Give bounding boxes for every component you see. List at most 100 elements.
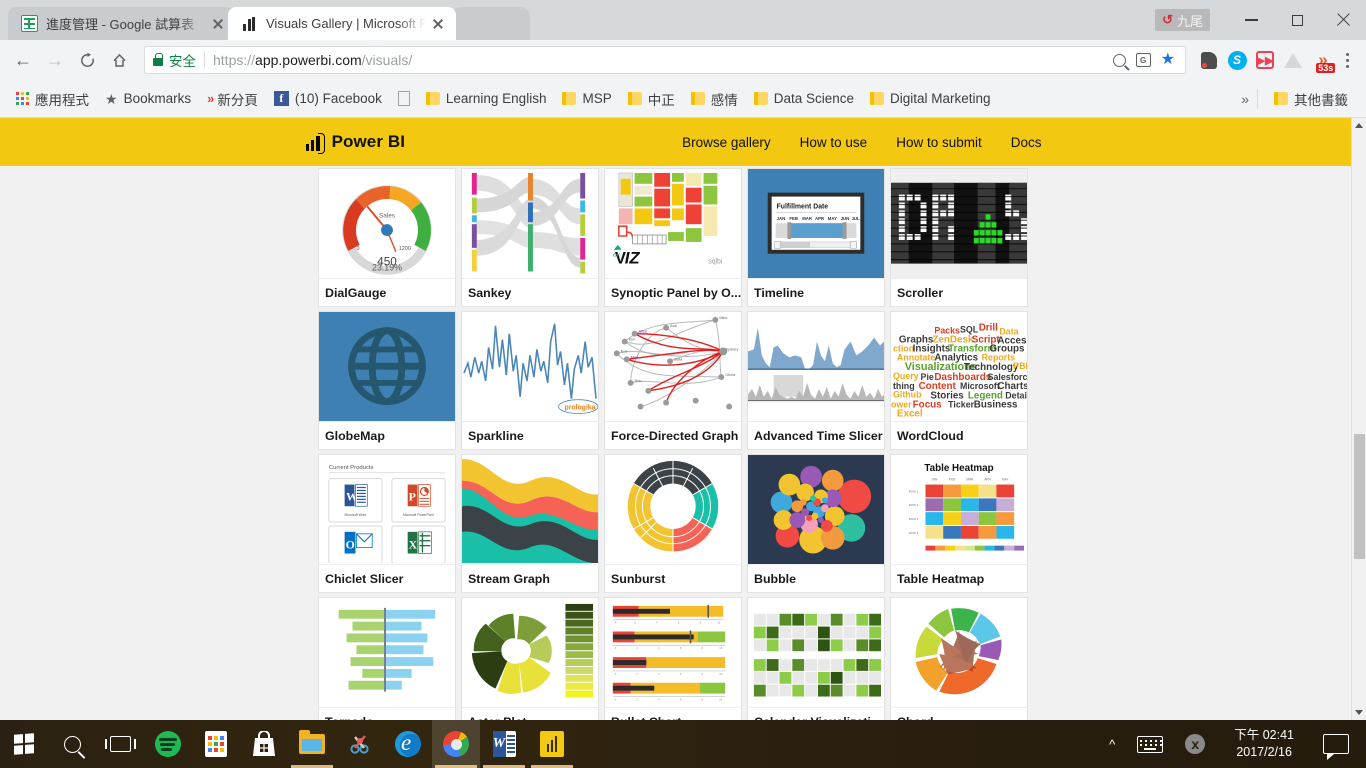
forward-button[interactable]: →	[40, 45, 70, 75]
tab-power-bi-visuals[interactable]: Visuals Gallery | Microsoft Power BI	[228, 7, 456, 40]
svg-text:FEB: FEB	[949, 478, 955, 482]
bookmark-ganqing[interactable]: 感情	[683, 85, 746, 113]
microsoft-store-icon[interactable]	[240, 720, 288, 768]
card-title: Bullet Chart	[605, 707, 741, 720]
bookmark-msp[interactable]: MSP	[554, 87, 619, 110]
svg-text:JAN: JAN	[931, 478, 938, 482]
pocket-extension-icon[interactable]: ▶▶	[1252, 47, 1278, 73]
visual-card-chiclet-slicer[interactable]: Current Products W Microsoft Word P Micr…	[318, 454, 456, 593]
visual-card-globemap[interactable]: GlobeMap	[318, 311, 456, 450]
visual-card-sunburst[interactable]: Sunburst	[604, 454, 742, 593]
card-title: Advanced Time Slicer	[748, 421, 884, 449]
tray-close-badge[interactable]: x	[1174, 720, 1216, 768]
chrome-menu-button[interactable]	[1336, 47, 1358, 73]
bookmark-star-icon[interactable]: ★	[1161, 52, 1175, 68]
snipping-tool-icon[interactable]	[336, 720, 384, 768]
svg-text:0: 0	[615, 672, 617, 676]
close-icon[interactable]	[210, 16, 226, 32]
visual-card-tornado[interactable]: Tornado	[318, 597, 456, 720]
microsoft-word-icon[interactable]: W	[480, 720, 528, 768]
bookmarks-overflow: » 其他書籤	[1241, 85, 1358, 113]
folder-icon	[1274, 92, 1288, 105]
bookmark-learning-english[interactable]: Learning English	[418, 87, 555, 110]
card-title: Sparkline	[462, 421, 598, 449]
windows-start-icon[interactable]	[0, 720, 48, 768]
user-chip[interactable]: ↺ 九尾	[1155, 9, 1210, 31]
skype-extension-icon[interactable]: S	[1224, 47, 1250, 73]
action-center-button[interactable]	[1312, 720, 1366, 768]
ida-downloader-extension-icon[interactable]: » 53s	[1308, 47, 1336, 73]
sync-icon: ↺	[1162, 12, 1173, 27]
reload-button[interactable]	[72, 45, 102, 75]
visual-card-timeline[interactable]: Fulfillment Date JAN FEB MAR APR MAY JUN JUL	[747, 168, 885, 307]
bookmark-data-science[interactable]: Data Science	[746, 87, 862, 110]
file-explorer-icon[interactable]	[288, 720, 336, 768]
nav-docs[interactable]: Docs	[1011, 135, 1042, 150]
visual-card-force-directed-graph[interactable]: Kim Eve Bob Alice Max Ava Sara Mike Sydney Oli…	[604, 311, 742, 450]
svg-text:ROW 3: ROW 3	[909, 517, 919, 521]
touch-keyboard-button[interactable]	[1126, 720, 1174, 768]
visual-card-aster-plot[interactable]: Aster Plot	[461, 597, 599, 720]
close-button[interactable]	[1320, 4, 1366, 36]
visual-card-chord[interactable]: Chord	[890, 597, 1028, 720]
scroll-up-arrow[interactable]	[1352, 118, 1366, 133]
nav-how-to-use[interactable]: How to use	[800, 135, 868, 150]
tab-placeholder[interactable]	[452, 7, 530, 40]
nav-how-to-submit[interactable]: How to submit	[896, 135, 982, 150]
visual-card-calendar-visualization[interactable]: Calendar Visualizati...	[747, 597, 885, 720]
clock[interactable]: 下午 02:41 2017/2/16	[1216, 720, 1312, 768]
taskview-icon[interactable]	[96, 720, 144, 768]
bookmark-digital-marketing[interactable]: Digital Marketing	[862, 87, 999, 110]
visual-card-sankey[interactable]: Sankey	[461, 168, 599, 307]
bookmark-zhongzheng[interactable]: 中正	[620, 85, 683, 113]
bookmark-new-tab[interactable]: » 新分頁	[199, 85, 266, 113]
bookmark-document[interactable]	[390, 87, 418, 110]
bookmark-facebook[interactable]: f (10) Facebook	[266, 87, 390, 110]
maximize-button[interactable]	[1274, 4, 1320, 36]
bookmark-bookmarks[interactable]: ★ Bookmarks	[97, 87, 199, 110]
scroll-down-arrow[interactable]	[1352, 705, 1366, 720]
address-bar[interactable]: 安全 https://app.powerbi.com/visuals/ G ★	[144, 46, 1186, 74]
scrollbar-thumb[interactable]	[1354, 434, 1365, 559]
spotify-icon[interactable]	[144, 720, 192, 768]
visual-card-dialgauge[interactable]: Sales 0 1200 450 23.19% DialGauge	[318, 168, 456, 307]
office-icon[interactable]	[192, 720, 240, 768]
visual-card-stream-graph[interactable]: Stream Graph	[461, 454, 599, 593]
card-thumbnail: Packs SQL Drill Data Graphs ZenDesk Scri…	[891, 312, 1027, 422]
visual-card-synoptic-panel[interactable]: V IZ OK sqlbi Synoptic Panel by O...	[604, 168, 742, 307]
svg-text:P: P	[409, 489, 416, 503]
microsoft-edge-icon[interactable]	[384, 720, 432, 768]
card-title: Sunburst	[605, 564, 741, 592]
bookmarks-overflow-button[interactable]: »	[1241, 91, 1249, 107]
close-icon[interactable]	[430, 16, 446, 32]
visual-card-advanced-time-slicer[interactable]: Advanced Time Slicer	[747, 311, 885, 450]
visual-card-scroller[interactable]: Scroller	[890, 168, 1028, 307]
google-chrome-icon[interactable]	[432, 720, 480, 768]
search-icon[interactable]	[48, 720, 96, 768]
visual-card-bullet-chart[interactable]: 0 2 4 6 8 10 0 2 4 6 8 10 0 2 4 6 8 10 0…	[604, 597, 742, 720]
zoom-out-icon[interactable]	[1112, 53, 1126, 67]
home-button[interactable]	[104, 45, 134, 75]
visual-card-table-heatmap[interactable]: Table Heatmap JAN FEB MAR APR MAY ROW 1 ROW 2…	[890, 454, 1028, 593]
power-bi-logo[interactable]: Power BI	[306, 132, 405, 154]
evernote-extension-icon[interactable]	[1196, 47, 1222, 73]
page-vertical-scrollbar[interactable]	[1351, 118, 1366, 720]
visual-card-bubble[interactable]: Bubble	[747, 454, 885, 593]
back-button[interactable]: ←	[8, 45, 38, 75]
window-controls: ↺ 九尾	[1155, 0, 1366, 40]
bookmark-apps[interactable]: 應用程式	[8, 85, 97, 113]
card-thumbnail	[319, 598, 455, 708]
tray-overflow-button[interactable]: ^	[1098, 720, 1126, 768]
translate-icon[interactable]: G	[1135, 53, 1151, 67]
bookmark-other[interactable]: 其他書籤	[1266, 85, 1356, 113]
google-drive-extension-icon[interactable]	[1280, 47, 1306, 73]
svg-text:ROW 2: ROW 2	[909, 503, 919, 507]
svg-text:2: 2	[637, 646, 639, 650]
visual-card-sparkline[interactable]: prologika Sparkline	[461, 311, 599, 450]
minimize-button[interactable]	[1228, 4, 1274, 36]
svg-text:X: X	[409, 538, 418, 552]
power-bi-desktop-icon[interactable]	[528, 720, 576, 768]
nav-browse-gallery[interactable]: Browse gallery	[682, 135, 771, 150]
visual-card-wordcloud[interactable]: Packs SQL Drill Data Graphs ZenDesk Scri…	[890, 311, 1028, 450]
tab-google-sheets[interactable]: 進度管理 - Google 試算表	[8, 7, 236, 40]
